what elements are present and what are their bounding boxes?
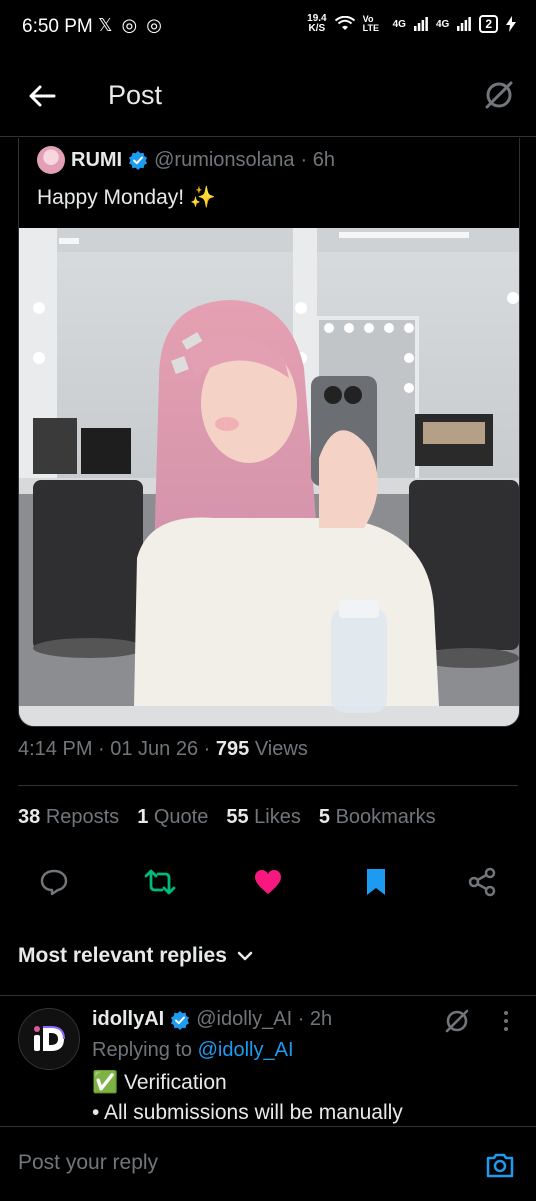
- replies-sort-label: Most relevant replies: [18, 944, 227, 967]
- network-type-1: 4G: [392, 18, 406, 30]
- status-bar: 6:50 PM 𝕏 ◎ ◎ 19.4 K/S Vo LTE 4G 4G 2: [0, 0, 536, 56]
- share-icon[interactable]: [466, 866, 498, 898]
- replying-prefix: Replying to: [92, 1039, 193, 1061]
- views-label: Views: [254, 738, 308, 760]
- reposts-label: Reposts: [45, 806, 120, 828]
- avatar[interactable]: [18, 1008, 80, 1070]
- page-title: Post: [108, 80, 163, 110]
- reply-text-line: ✅ Verification: [92, 1071, 227, 1094]
- reply-header: idollyAI @idolly_AI · 2h: [92, 1008, 332, 1031]
- chevron-down-icon: [237, 951, 253, 961]
- divider: [18, 785, 518, 786]
- camera-icon[interactable]: [484, 1149, 516, 1181]
- reply-item[interactable]: idollyAI @idolly_AI · 2h Replying to @id…: [0, 995, 536, 1126]
- replying-to: Replying to @idolly_AI: [92, 1039, 294, 1062]
- comment-icon[interactable]: [38, 866, 70, 898]
- signal-icon: [413, 17, 428, 31]
- bookmarks-count: 5: [318, 806, 330, 828]
- status-time: 6:50 PM: [22, 16, 93, 37]
- volte-label: Vo LTE: [362, 14, 379, 33]
- heart-icon[interactable]: [252, 866, 284, 898]
- replying-to-handle[interactable]: @idolly_AI: [198, 1039, 294, 1061]
- quote-stat[interactable]: 1 Quote: [137, 806, 208, 829]
- repost-icon[interactable]: [144, 866, 176, 898]
- grok-icon[interactable]: [442, 1006, 472, 1036]
- reply-composer: Post your reply: [0, 1126, 536, 1201]
- reposts-count: 38: [18, 806, 41, 828]
- battery-icon: 2: [479, 15, 498, 33]
- top-app-bar: Post: [0, 60, 536, 137]
- network-type-2: 4G: [435, 18, 450, 30]
- network-speed: 19.4 K/S: [307, 14, 326, 34]
- engagement-stats: 38 Reposts 1 Quote 55 Likes 5 Bookmarks: [18, 806, 436, 829]
- author-handle[interactable]: @rumionsolana: [154, 149, 294, 172]
- bookmarks-label: Bookmarks: [335, 806, 436, 828]
- quoted-post-card[interactable]: RUMI @rumionsolana · 6h Happy Monday! ✨: [18, 138, 520, 727]
- signal-icon-2: [457, 17, 472, 31]
- reply-text-line: • All submissions will be manually: [92, 1101, 403, 1124]
- quoted-post-header: RUMI @rumionsolana · 6h: [37, 146, 335, 174]
- network-speed-unit: K/S: [308, 23, 326, 34]
- post-time-ago: · 6h: [300, 148, 335, 171]
- wifi-icon: [334, 16, 355, 30]
- reply-input[interactable]: Post your reply: [18, 1151, 158, 1175]
- reply-author-handle[interactable]: @idolly_AI · 2h: [196, 1008, 332, 1031]
- arrow-left-icon[interactable]: [26, 80, 58, 112]
- reply-author-name[interactable]: idollyAI: [92, 1008, 164, 1031]
- verified-badge-icon: [129, 151, 148, 170]
- action-bar: [0, 866, 536, 906]
- reposts-stat[interactable]: 38 Reposts: [18, 806, 119, 829]
- views-count[interactable]: 795: [216, 738, 249, 760]
- quoted-post-text: Happy Monday! ✨: [37, 186, 217, 209]
- bookmark-icon[interactable]: [360, 866, 392, 898]
- post-meta: 4:14 PM · 01 Jun 26 · 795 Views: [18, 738, 308, 761]
- likes-label: Likes: [254, 806, 301, 828]
- author-name[interactable]: RUMI: [71, 149, 122, 172]
- likes-stat[interactable]: 55 Likes: [226, 806, 301, 829]
- notification-icons: 𝕏 ◎ ◎: [98, 15, 164, 35]
- avatar[interactable]: [37, 146, 65, 174]
- likes-count: 55: [226, 806, 249, 828]
- replies-sort-dropdown[interactable]: Most relevant replies: [18, 944, 253, 968]
- status-indicators: 19.4 K/S Vo LTE 4G 4G 2: [307, 14, 516, 34]
- grok-icon[interactable]: [482, 78, 516, 112]
- verified-badge-icon: [171, 1010, 190, 1030]
- charging-icon: [506, 16, 516, 32]
- more-options-icon[interactable]: [498, 1008, 514, 1034]
- quote-count: 1: [137, 806, 149, 828]
- quote-label: Quote: [153, 806, 209, 828]
- idolly-logo-icon: [34, 1026, 65, 1051]
- post-photo[interactable]: [19, 228, 519, 726]
- bookmarks-stat[interactable]: 5 Bookmarks: [319, 806, 436, 829]
- post-timestamp: 4:14 PM · 01 Jun 26 ·: [18, 738, 211, 760]
